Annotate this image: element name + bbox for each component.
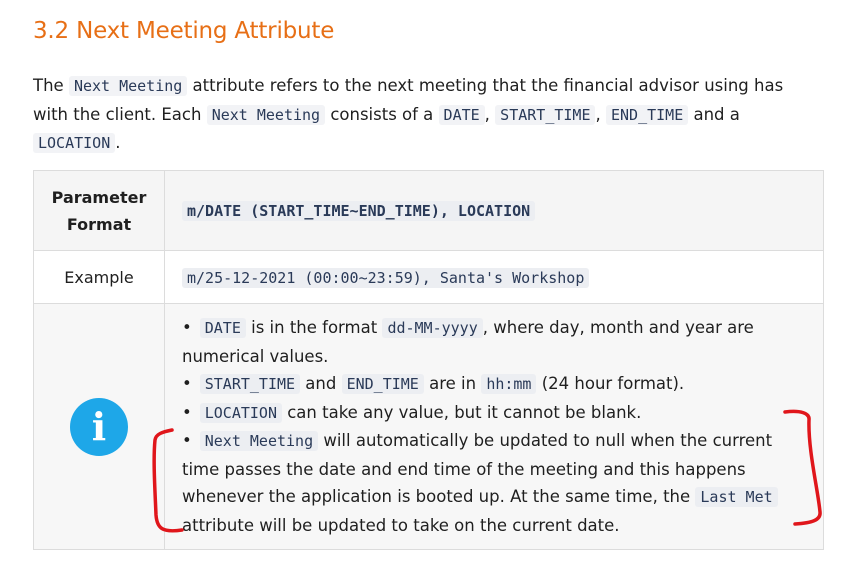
inline-code: DATE — [199, 318, 246, 338]
inline-code: Last Met — [695, 487, 778, 507]
note-text: (24 hour format). — [536, 374, 685, 393]
inline-code: hh:mm — [481, 374, 537, 394]
inline-code: DATE — [438, 104, 485, 125]
intro-text: The — [33, 76, 69, 95]
notes-list: DATE is in the format dd-MM-yyyy, where … — [182, 314, 802, 539]
inline-code: START_TIME — [199, 374, 301, 394]
table-row: Parameter Format m/DATE (START_TIME~END_… — [33, 170, 824, 251]
table-row: Example m/25-12-2021 (00:00~23:59), Sant… — [33, 250, 824, 304]
section-heading: 3.2 Next Meeting Attribute — [33, 18, 335, 44]
info-icon-cell: i — [33, 303, 165, 550]
inline-code: Next Meeting — [206, 104, 326, 125]
list-item: DATE is in the format dd-MM-yyyy, where … — [182, 314, 802, 370]
intro-text: , — [595, 104, 606, 124]
info-icon: i — [70, 397, 128, 456]
note-text: and — [300, 374, 342, 393]
list-item: LOCATION can take any value, but it cann… — [182, 399, 802, 428]
inline-code: LOCATION — [33, 133, 116, 153]
note-text: is in the format — [245, 318, 383, 337]
note-text: can take any value, but it cannot be bla… — [281, 402, 642, 422]
example-value-cell: m/25-12-2021 (00:00~23:59), Santa's Work… — [164, 250, 824, 304]
note-text: are in — [423, 374, 482, 393]
table-row: i DATE is in the format dd-MM-yyyy, wher… — [33, 303, 824, 550]
inline-code: LOCATION — [199, 402, 282, 423]
intro-text: , — [484, 104, 496, 124]
list-item: Next Meeting will automatically be updat… — [182, 427, 802, 539]
parameter-table: Parameter Format m/DATE (START_TIME~END_… — [33, 170, 824, 550]
inline-code: END_TIME — [341, 374, 424, 394]
note-text: attribute will be updated to take on the… — [182, 515, 620, 535]
intro-paragraph: The Next Meeting attribute refers to the… — [33, 72, 823, 158]
inline-code: END_TIME — [605, 104, 689, 125]
intro-text: and a — [688, 104, 740, 124]
example-label: Example — [33, 250, 165, 304]
inline-code: dd-MM-yyyy — [382, 318, 483, 338]
intro-text: consists of a — [325, 104, 439, 124]
format-label: Parameter Format — [33, 170, 165, 251]
inline-code: Next Meeting — [68, 76, 188, 96]
example-value: m/25-12-2021 (00:00~23:59), Santa's Work… — [182, 267, 590, 288]
format-value-cell: m/DATE (START_TIME~END_TIME), LOCATION — [164, 170, 824, 251]
list-item: START_TIME and END_TIME are in hh:mm (24… — [182, 370, 802, 399]
inline-code: START_TIME — [495, 104, 596, 125]
inline-code: Next Meeting — [199, 431, 319, 451]
intro-text: . — [115, 133, 121, 152]
format-value: m/DATE (START_TIME~END_TIME), LOCATION — [182, 201, 536, 221]
notes-cell: DATE is in the format dd-MM-yyyy, where … — [164, 303, 824, 550]
